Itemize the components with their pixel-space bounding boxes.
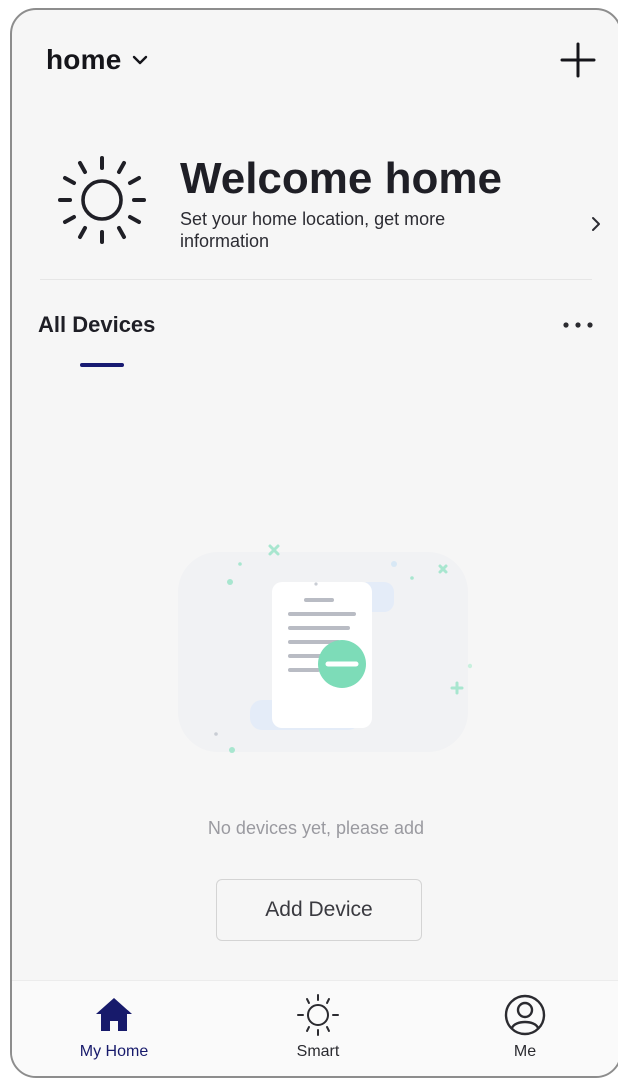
home-selector[interactable]: home — [46, 44, 149, 76]
tab-indicator — [80, 363, 124, 367]
add-icon[interactable] — [558, 40, 598, 80]
nav-label-smart: Smart — [296, 1043, 340, 1060]
empty-devices-illustration — [172, 530, 473, 770]
more-options-icon[interactable] — [560, 316, 596, 334]
user-icon — [504, 994, 546, 1036]
tab-all-devices[interactable]: All Devices — [38, 312, 155, 338]
add-device-button[interactable]: Add Device — [216, 879, 422, 941]
sun-icon — [297, 994, 339, 1036]
welcome-subtitle: Set your home location, get more informa… — [180, 209, 446, 251]
top-header: home — [12, 10, 618, 110]
chevron-down-icon — [131, 51, 149, 69]
nav-label-me: Me — [513, 1043, 537, 1060]
welcome-card[interactable]: Welcome home Set your home location, get… — [40, 138, 600, 278]
chevron-right-icon — [588, 214, 604, 234]
empty-message: No devices yet, please add — [207, 818, 425, 838]
app-screen: home Welcome home Set your home location… — [10, 8, 618, 1078]
home-name: home — [46, 44, 122, 75]
sun-icon — [54, 152, 150, 248]
bottom-navigation: My Home Smart Me — [12, 980, 618, 1076]
divider — [40, 279, 592, 280]
welcome-title: Welcome home — [180, 154, 502, 203]
home-icon — [96, 998, 132, 1031]
nav-label-my-home: My Home — [79, 1043, 149, 1060]
